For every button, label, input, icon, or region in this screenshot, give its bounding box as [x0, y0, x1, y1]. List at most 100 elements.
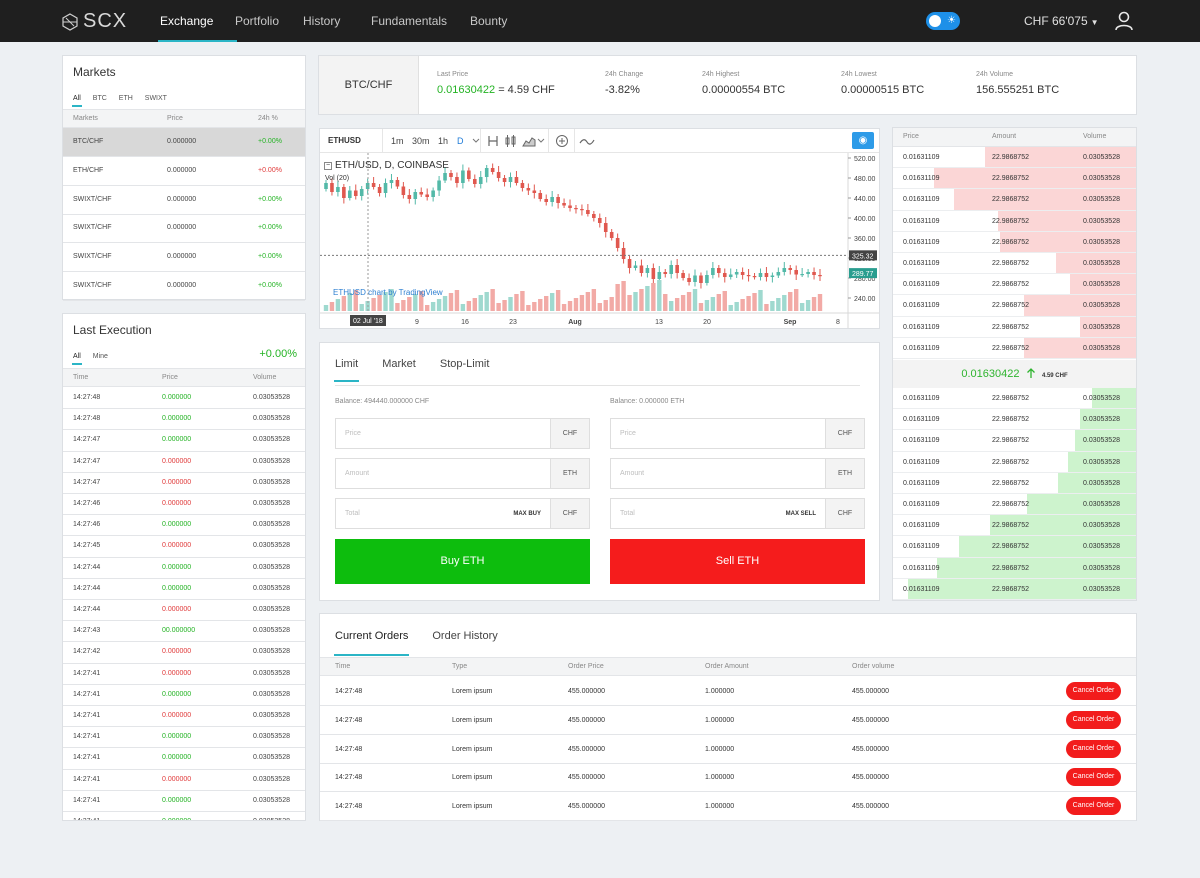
balance-dropdown[interactable]: CHF 66'075 ▼ — [1024, 0, 1099, 44]
area-icon[interactable] — [522, 134, 536, 148]
bid-row[interactable]: 0.01631109 22.9868752 0.03053528 — [893, 515, 1136, 537]
execution-volume: 0.03053528 — [253, 754, 290, 762]
camera-icon[interactable]: ◉ — [852, 132, 874, 149]
cancel-order-button[interactable]: Cancel Order — [1066, 797, 1121, 816]
chart-symbol[interactable]: ETHUSD — [320, 129, 383, 153]
max-buy-button[interactable]: MAX BUY — [513, 511, 541, 517]
timeframe-30m[interactable]: 30m — [412, 136, 430, 146]
line-icon[interactable] — [579, 134, 595, 148]
tab-limit[interactable]: Limit — [333, 358, 360, 382]
sell-button[interactable]: Sell ETH — [610, 539, 865, 584]
ticker-pair[interactable]: BTC/CHF — [319, 56, 419, 114]
ask-row[interactable]: 0.01631109 22.9868752 0.03053528 — [893, 274, 1136, 296]
ob-amount: 22.9868752 — [992, 238, 1029, 246]
volume-bar — [657, 280, 662, 311]
ob-volume: 0.03053528 — [1083, 344, 1120, 352]
candle-body — [627, 259, 632, 268]
market-row[interactable]: SWIXT/CHF 0.000000 +0.00% — [63, 272, 305, 301]
ask-row[interactable]: 0.01631109 22.9868752 0.03053528 — [893, 337, 1136, 359]
filter-all[interactable]: All — [72, 95, 82, 107]
bid-row[interactable]: 0.01631109 22.9868752 0.03053528 — [893, 578, 1136, 600]
theme-toggle[interactable]: ☀ — [926, 12, 960, 30]
ask-row[interactable]: 0.01631109 22.9868752 0.03053528 — [893, 316, 1136, 338]
max-sell-button[interactable]: MAX SELL — [786, 511, 816, 517]
nav-portfolio[interactable]: Portfolio — [235, 0, 303, 42]
user-icon[interactable] — [1114, 11, 1134, 31]
tab-current-orders[interactable]: Current Orders — [333, 630, 410, 656]
order-time: 14:27:48 — [335, 803, 363, 811]
execution-price: 0.000000 — [162, 712, 192, 719]
candle-body — [544, 199, 549, 202]
ob-price: 0.01631109 — [903, 154, 940, 161]
nav-fundamentals[interactable]: Fundamentals — [371, 0, 470, 42]
buy-price-field[interactable]: Price CHF — [335, 418, 590, 449]
ob-amount: 22.9868752 — [992, 302, 1029, 310]
timeframe-d[interactable]: D — [457, 136, 464, 146]
ask-row[interactable]: 0.01631109 22.9868752 0.03053528 — [893, 147, 1136, 169]
cancel-order-button[interactable]: Cancel Order — [1066, 682, 1121, 700]
ob-price: 0.01631109 — [903, 437, 940, 445]
volume-bar — [782, 295, 787, 311]
market-row[interactable]: BTC/CHF 0.000000 +0.00% — [63, 128, 305, 157]
ask-row[interactable]: 0.01631109 22.9868752 0.03053528 — [893, 253, 1136, 275]
nav-exchange[interactable]: Exchange — [158, 0, 237, 42]
filter-mine[interactable]: Mine — [93, 353, 108, 365]
sell-amount-field[interactable]: Amount ETH — [610, 458, 865, 489]
ask-row[interactable]: 0.01631109 22.9868752 0.03053528 — [893, 210, 1136, 232]
candle-body — [806, 272, 810, 274]
bid-row[interactable]: 0.01631109 22.9868752 0.03053528 — [893, 430, 1136, 452]
bid-row[interactable]: 0.01631109 22.9868752 0.03053528 — [893, 536, 1136, 558]
caret-down-icon[interactable] — [536, 136, 546, 146]
ob-amount: 22.9868752 — [992, 543, 1029, 551]
sell-price-field[interactable]: Price CHF — [610, 418, 865, 449]
nav-history[interactable]: History — [303, 0, 371, 42]
ob-volume: 0.03053528 — [1083, 154, 1120, 161]
filter-all[interactable]: All — [72, 353, 82, 365]
nav-bounty[interactable]: Bounty — [470, 0, 530, 42]
ask-row[interactable]: 0.01631109 22.9868752 0.03053528 — [893, 231, 1136, 253]
sell-amount-placeholder: Amount — [620, 470, 645, 477]
tab-market[interactable]: Market — [382, 358, 416, 382]
bid-row[interactable]: 0.01631109 22.9868752 0.03053528 — [893, 472, 1136, 494]
tab-order-history[interactable]: Order History — [432, 630, 497, 656]
bid-row[interactable]: 0.01631109 22.9868752 0.03053528 — [893, 494, 1136, 516]
bid-row[interactable]: 0.01631109 22.9868752 0.03053528 — [893, 388, 1136, 410]
logo[interactable]: SCX — [61, 10, 127, 33]
compare-icon[interactable] — [486, 134, 500, 148]
collapse-icon[interactable]: − — [324, 161, 332, 170]
market-row[interactable]: SWIXT/CHF 0.000000 +0.00% — [63, 243, 305, 273]
cancel-order-button[interactable]: Cancel Order — [1066, 739, 1121, 758]
market-row[interactable]: SWIXT/CHF 0.000000 +0.00% — [63, 214, 305, 244]
market-row[interactable]: ETH/CHF 0.000000 +0.00% — [63, 157, 305, 186]
candle-body — [472, 179, 477, 184]
buy-button[interactable]: Buy ETH — [335, 539, 590, 584]
ask-row[interactable]: 0.01631109 22.9868752 0.03053528 — [893, 168, 1136, 190]
candlestick-chart[interactable]: 520.00480.00440.00400.00360.00320.00280.… — [320, 153, 879, 328]
filter-swixt[interactable]: SWIXT — [145, 95, 167, 107]
timeframe-1h[interactable]: 1h — [438, 136, 448, 146]
cancel-order-button[interactable]: Cancel Order — [1066, 710, 1121, 729]
filter-eth[interactable]: ETH — [119, 95, 133, 107]
ask-row[interactable]: 0.01631109 22.9868752 0.03053528 — [893, 189, 1136, 211]
add-icon[interactable] — [555, 134, 569, 148]
candles-icon[interactable] — [504, 134, 518, 148]
market-row[interactable]: SWIXT/CHF 0.000000 +0.00% — [63, 186, 305, 215]
tab-stop-limit[interactable]: Stop-Limit — [440, 358, 490, 382]
candle-body — [353, 190, 358, 196]
order-price: 455.000000 — [568, 688, 605, 695]
buy-amount-field[interactable]: Amount ETH — [335, 458, 590, 489]
filter-btc[interactable]: BTC — [93, 95, 107, 107]
cancel-order-button[interactable]: Cancel Order — [1066, 768, 1121, 787]
timeframe-1m[interactable]: 1m — [391, 136, 404, 146]
bid-row[interactable]: 0.01631109 22.9868752 0.03053528 — [893, 451, 1136, 473]
bid-row[interactable]: 0.01631109 22.9868752 0.03053528 — [893, 557, 1136, 579]
buy-total-field[interactable]: Total MAX BUY CHF — [335, 498, 590, 529]
ask-row[interactable]: 0.01631109 22.9868752 0.03053528 — [893, 295, 1136, 317]
bid-row[interactable]: 0.01631109 22.9868752 0.03053528 — [893, 409, 1136, 431]
volume-bar — [538, 299, 543, 311]
candle-body — [389, 180, 394, 183]
market-pair: SWIXT/CHF — [73, 253, 112, 261]
sell-total-field[interactable]: Total MAX SELL CHF — [610, 498, 865, 529]
ob-price: 0.01631109 — [903, 238, 940, 246]
order-time: 14:27:48 — [335, 688, 363, 695]
